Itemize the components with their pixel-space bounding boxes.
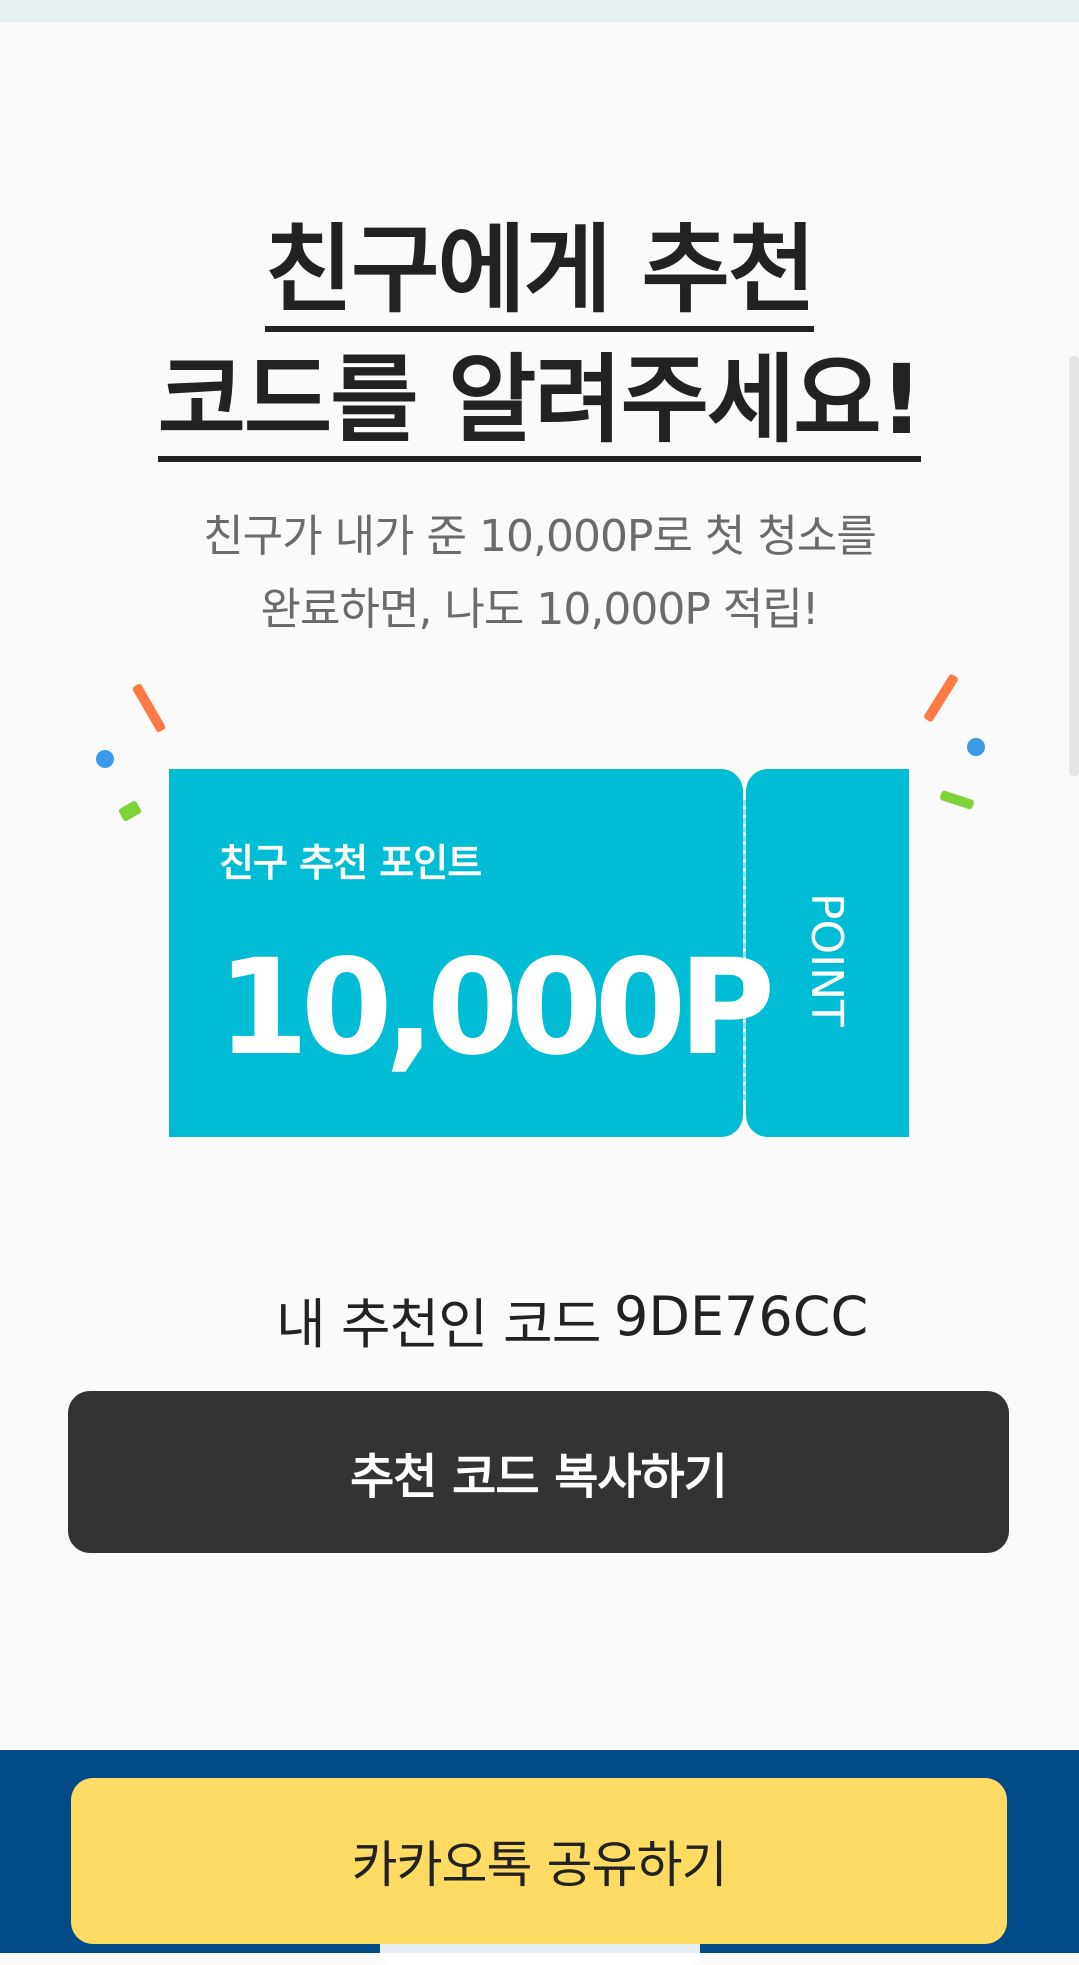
ticket-amount: 10,000P (217, 931, 775, 1085)
confetti-orange-left (131, 682, 167, 734)
headline-line-2: 코드를 알려주세요! (0, 352, 1079, 462)
top-strip (0, 0, 1079, 22)
kakao-share-button[interactable]: 카카오톡 공유하기 (71, 1778, 1007, 1944)
headline-text-2: 코드를 알려주세요! (157, 352, 923, 462)
copy-code-button[interactable]: 추천 코드 복사하기 (68, 1391, 1009, 1553)
headline-line-1: 친구에게 추천 (0, 222, 1079, 332)
ticket-label: 친구 추천 포인트 (219, 841, 482, 885)
confetti-green-left (117, 799, 143, 823)
confetti-blue-left (96, 750, 114, 768)
ticket-stub-text: POINT (801, 893, 852, 1027)
referral-code-value: 9DE76CC (614, 1285, 869, 1348)
headline-text-1: 친구에게 추천 (264, 222, 816, 332)
confetti-blue-right (967, 738, 985, 756)
description-line-2: 완료하면, 나도 10,000P 적립! (260, 584, 820, 635)
referral-code-label: 내 추천인 코드 (276, 1293, 601, 1356)
confetti-green-right (939, 789, 975, 811)
description-line-1: 친구가 내가 준 10,000P로 첫 청소를 (203, 511, 877, 562)
confetti-orange-right (922, 673, 960, 723)
